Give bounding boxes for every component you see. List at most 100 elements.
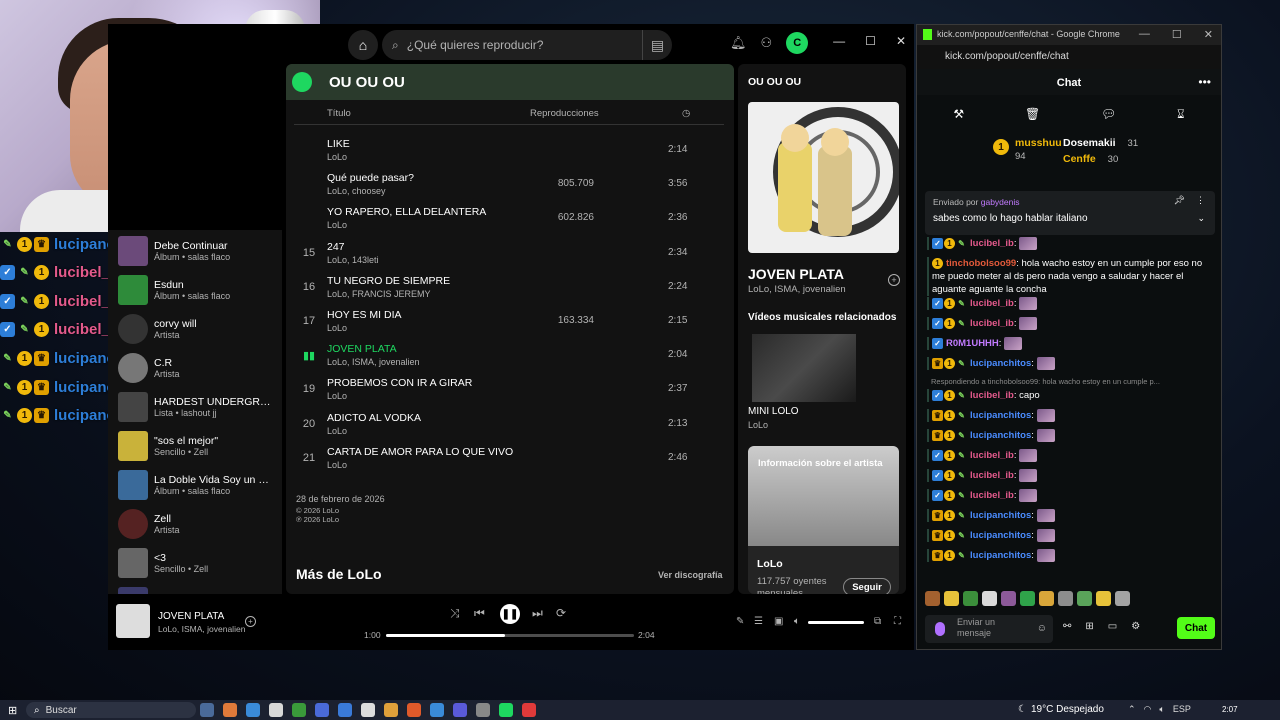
chat-message[interactable]: ✓ R0M1UHHH: xyxy=(927,337,1213,351)
track-row[interactable]: LIKE LoLo 2:14 xyxy=(286,134,734,168)
miniplayer-icon[interactable]: ⧉ xyxy=(874,616,881,627)
pinned-more-icon[interactable]: ⋮ xyxy=(1196,195,1205,206)
chrome-icon[interactable] xyxy=(430,703,444,717)
track-title[interactable]: YO RAPERO, ELLA DELANTERA xyxy=(327,206,486,218)
emote-icon[interactable] xyxy=(1096,591,1111,606)
add-icon[interactable]: + xyxy=(888,274,900,286)
chat-message[interactable]: ♛ 1 ✎ lucipanchitos: xyxy=(927,509,1213,523)
chat-message[interactable]: ✓ 1 ✎ lucibel_ib: capo xyxy=(927,389,1213,402)
library-item[interactable]: Zell Artista xyxy=(118,505,278,543)
artist-name[interactable]: LoLo xyxy=(757,558,783,570)
chat-message[interactable]: 1 tinchobolsoo99: hola wacho estoy en un … xyxy=(927,257,1213,296)
track-artist[interactable]: LoLo xyxy=(327,460,347,470)
track-title[interactable]: ADICTO AL VODKA xyxy=(327,412,421,424)
taskbar-search[interactable]: ⌕ Buscar xyxy=(26,702,196,718)
start-icon[interactable]: ⊞ xyxy=(8,704,17,717)
library-item[interactable]: HARDEST UNDERGROU... Lista • lashout jj xyxy=(118,388,278,426)
emote-icon[interactable] xyxy=(963,591,978,606)
edge-icon[interactable] xyxy=(246,703,260,717)
leaderboard-entry[interactable]: 1 musshuu 94 xyxy=(993,137,1062,162)
play-playlist-button[interactable] xyxy=(292,72,312,92)
track-row[interactable]: YO RAPERO, ELLA DELANTERA LoLo 602.826 2:36 xyxy=(286,202,734,236)
discography-link[interactable]: Ver discografía xyxy=(658,570,723,580)
now-playing-title[interactable]: JOVEN PLATA xyxy=(158,611,224,622)
address-bar[interactable]: kick.com/popout/cenffe/chat xyxy=(917,45,1221,69)
lyrics-icon[interactable]: ✎ xyxy=(736,616,744,627)
language-indicator[interactable]: ESP xyxy=(1173,704,1191,715)
browse-icon[interactable]: ▤ xyxy=(642,30,672,60)
library-item[interactable]: corvy will Artista xyxy=(118,310,278,348)
chat-message[interactable]: ✓ 1 ✎ lucibel_ib: xyxy=(927,489,1213,503)
leaderboard-entry[interactable]: Cenffe 30 xyxy=(1063,153,1118,165)
track-artist[interactable]: LoLo xyxy=(327,323,347,333)
video-thumbnail[interactable] xyxy=(752,334,856,402)
emote-icon[interactable] xyxy=(944,591,959,606)
wifi-icon[interactable]: ◠ xyxy=(1144,704,1152,715)
spotify-icon[interactable] xyxy=(499,703,513,717)
track-row[interactable]: 17 HOY ES MI DIA LoLo 163.334 2:15 xyxy=(286,305,734,339)
chat-input[interactable]: Enviar un mensaje ☺ xyxy=(925,615,1053,643)
now-playing-artist[interactable]: LoLo, ISMA, jovenalien xyxy=(158,624,245,634)
track-row[interactable]: 20 ADICTO AL VODKA LoLo 2:13 xyxy=(286,408,734,442)
leaderboard-entry[interactable]: Dosemakii 31 xyxy=(1063,137,1138,149)
chevron-down-icon[interactable]: ⌄ xyxy=(1197,213,1205,224)
pinned-author[interactable]: gabydenis xyxy=(981,197,1020,207)
bell-icon[interactable]: 🔔︎ xyxy=(730,35,747,51)
pin-icon[interactable]: 📌︎ xyxy=(1174,195,1185,206)
close-button[interactable]: ✕ xyxy=(896,34,906,48)
track-row[interactable]: ▮▮ JOVEN PLATA LoLo, ISMA, jovenalien 2:04 xyxy=(286,339,734,373)
files-icon[interactable] xyxy=(384,703,398,717)
maximize-button[interactable]: ☐ xyxy=(1172,28,1182,41)
video-title[interactable]: MINI LOLO xyxy=(748,406,799,417)
send-chat-button[interactable]: Chat xyxy=(1177,617,1215,639)
track-row[interactable]: Qué puede pasar? LoLo, choosey 805.709 3:56 xyxy=(286,168,734,202)
chat-message[interactable]: ♛ 1 ✎ lucipanchitos: xyxy=(927,549,1213,563)
volume-slider[interactable] xyxy=(808,621,864,624)
xbox-icon[interactable] xyxy=(292,703,306,717)
app-icon[interactable] xyxy=(407,703,421,717)
library-item[interactable]: C.R Artista xyxy=(118,349,278,387)
chat-message[interactable]: ♛ 1 ✎ lucipanchitos: xyxy=(927,409,1213,423)
emote-icon[interactable] xyxy=(1020,591,1035,606)
next-icon[interactable]: ⏭ xyxy=(532,606,543,621)
previous-icon[interactable]: ⏮ xyxy=(474,606,485,621)
add-icon[interactable]: + xyxy=(245,616,256,627)
shuffle-icon[interactable]: ⤨ xyxy=(450,606,460,621)
chat-username[interactable]: lucipanchitos xyxy=(970,430,1031,441)
song-title[interactable]: JOVEN PLATA xyxy=(748,266,844,282)
minimize-button[interactable]: — xyxy=(833,34,845,48)
devices-icon[interactable]: ▣ xyxy=(774,616,783,627)
follow-button[interactable]: Seguir xyxy=(843,578,891,594)
minimize-button[interactable]: — xyxy=(1139,28,1150,41)
library-item[interactable]: La Doble Vida Soy un Su... Álbum • salas … xyxy=(118,466,278,504)
chat-message[interactable]: ✓ 1 ✎ lucibel_ib: xyxy=(927,237,1213,251)
chat-message[interactable]: ✓ 1 ✎ lucibel_ib: xyxy=(927,297,1213,311)
chat-username[interactable]: lucipanchitos xyxy=(970,530,1031,541)
chat-username[interactable]: lucibel_ib xyxy=(970,298,1014,309)
pause-button[interactable]: ❚❚ xyxy=(500,604,520,624)
track-artist[interactable]: LoLo xyxy=(327,426,347,436)
explorer-icon[interactable] xyxy=(269,703,283,717)
chat-username[interactable]: lucibel_ib xyxy=(970,390,1014,401)
track-artist[interactable]: LoLo xyxy=(327,152,347,162)
repeat-icon[interactable]: ⟳ xyxy=(556,606,566,620)
emote-icon[interactable] xyxy=(1115,591,1130,606)
hammer-icon[interactable]: ⚒ xyxy=(953,107,964,121)
track-artist[interactable]: LoLo xyxy=(327,220,347,230)
library-item[interactable]: Esdun Álbum • salas flaco xyxy=(118,271,278,309)
library-item[interactable]: <3 Sencillo • Zell xyxy=(118,544,278,582)
chat-username[interactable]: lucibel_ib xyxy=(970,470,1014,481)
chat-username[interactable]: lucibel_ib xyxy=(970,318,1014,329)
pinned-message[interactable]: Enviado por gabydenis sabes como lo hago… xyxy=(925,191,1215,235)
chat-message[interactable]: ✓ 1 ✎ lucibel_ib: xyxy=(927,449,1213,463)
track-row[interactable]: 16 TU NEGRO DE SIEMPRE LoLo, FRANCIS JEREM… xyxy=(286,271,734,305)
track-title[interactable]: Qué puede pasar? xyxy=(327,172,414,184)
home-button[interactable]: ⌂ xyxy=(348,30,378,60)
search-bar[interactable]: ⌕ ¿Qué quieres reproducir? xyxy=(382,30,672,60)
track-row[interactable]: 19 PROBEMOS CON IR A GIRAR LoLo 2:37 xyxy=(286,373,734,407)
chat-username[interactable]: lucipanchitos xyxy=(970,550,1031,561)
chat-message[interactable]: ♛ 1 ✎ lucipanchitos: xyxy=(927,529,1213,543)
avatar[interactable]: C xyxy=(786,32,809,54)
library-item[interactable]: "sos el mejor" Sencillo • Zell xyxy=(118,427,278,465)
track-artist[interactable]: LoLo, 143leti xyxy=(327,255,379,265)
